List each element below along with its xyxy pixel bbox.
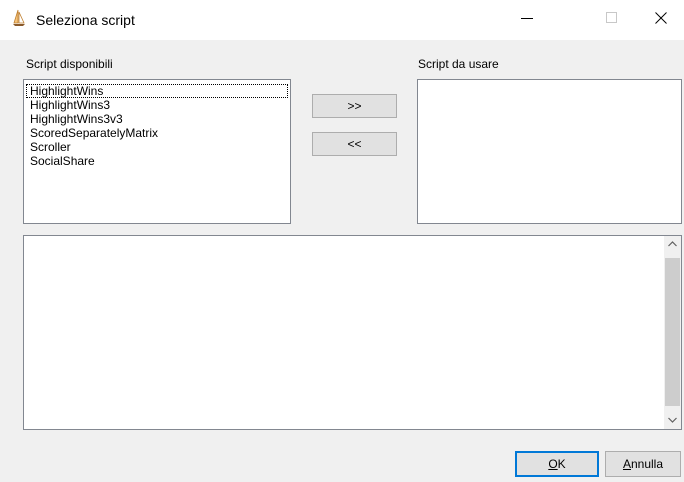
remove-script-button[interactable]: <<	[312, 132, 397, 156]
cancel-mnemonic: A	[622, 457, 631, 471]
selected-scripts-list[interactable]	[417, 79, 682, 224]
list-item[interactable]: HighlightWins	[26, 84, 288, 98]
cancel-label: nnulla	[630, 457, 664, 471]
list-item[interactable]: ScoredSeparatelyMatrix	[24, 126, 290, 140]
ok-button[interactable]: OK	[515, 451, 599, 477]
scroll-thumb[interactable]	[665, 258, 680, 406]
maximize-icon	[606, 12, 617, 23]
selected-scripts-label: Script da usare	[418, 57, 499, 71]
description-memo[interactable]	[23, 235, 682, 430]
ok-mnemonic: O	[548, 457, 558, 471]
app-icon	[12, 9, 26, 27]
list-item[interactable]: SocialShare	[24, 154, 290, 168]
chevron-down-icon	[668, 417, 677, 423]
scroll-down-button[interactable]	[664, 412, 681, 429]
list-item[interactable]: HighlightWins3v3	[24, 112, 290, 126]
ok-label: K	[557, 457, 566, 471]
minimize-icon	[521, 18, 533, 19]
scroll-up-button[interactable]	[664, 236, 681, 253]
title-bar[interactable]: Seleziona script	[0, 0, 684, 40]
close-icon	[655, 12, 667, 24]
chevron-up-icon	[668, 241, 677, 247]
close-button[interactable]	[638, 0, 684, 36]
list-item[interactable]: HighlightWins3	[24, 98, 290, 112]
maximize-button[interactable]	[589, 0, 635, 36]
available-scripts-list[interactable]: HighlightWins HighlightWins3 HighlightWi…	[23, 79, 291, 224]
list-item[interactable]: Scroller	[24, 140, 290, 154]
available-scripts-label: Script disponibili	[26, 57, 113, 71]
minimize-button[interactable]	[504, 0, 550, 36]
add-script-button[interactable]: >>	[312, 94, 397, 118]
window-title: Seleziona script	[36, 12, 135, 28]
vertical-scrollbar[interactable]	[664, 236, 681, 429]
cancel-button[interactable]: Annulla	[605, 451, 681, 477]
